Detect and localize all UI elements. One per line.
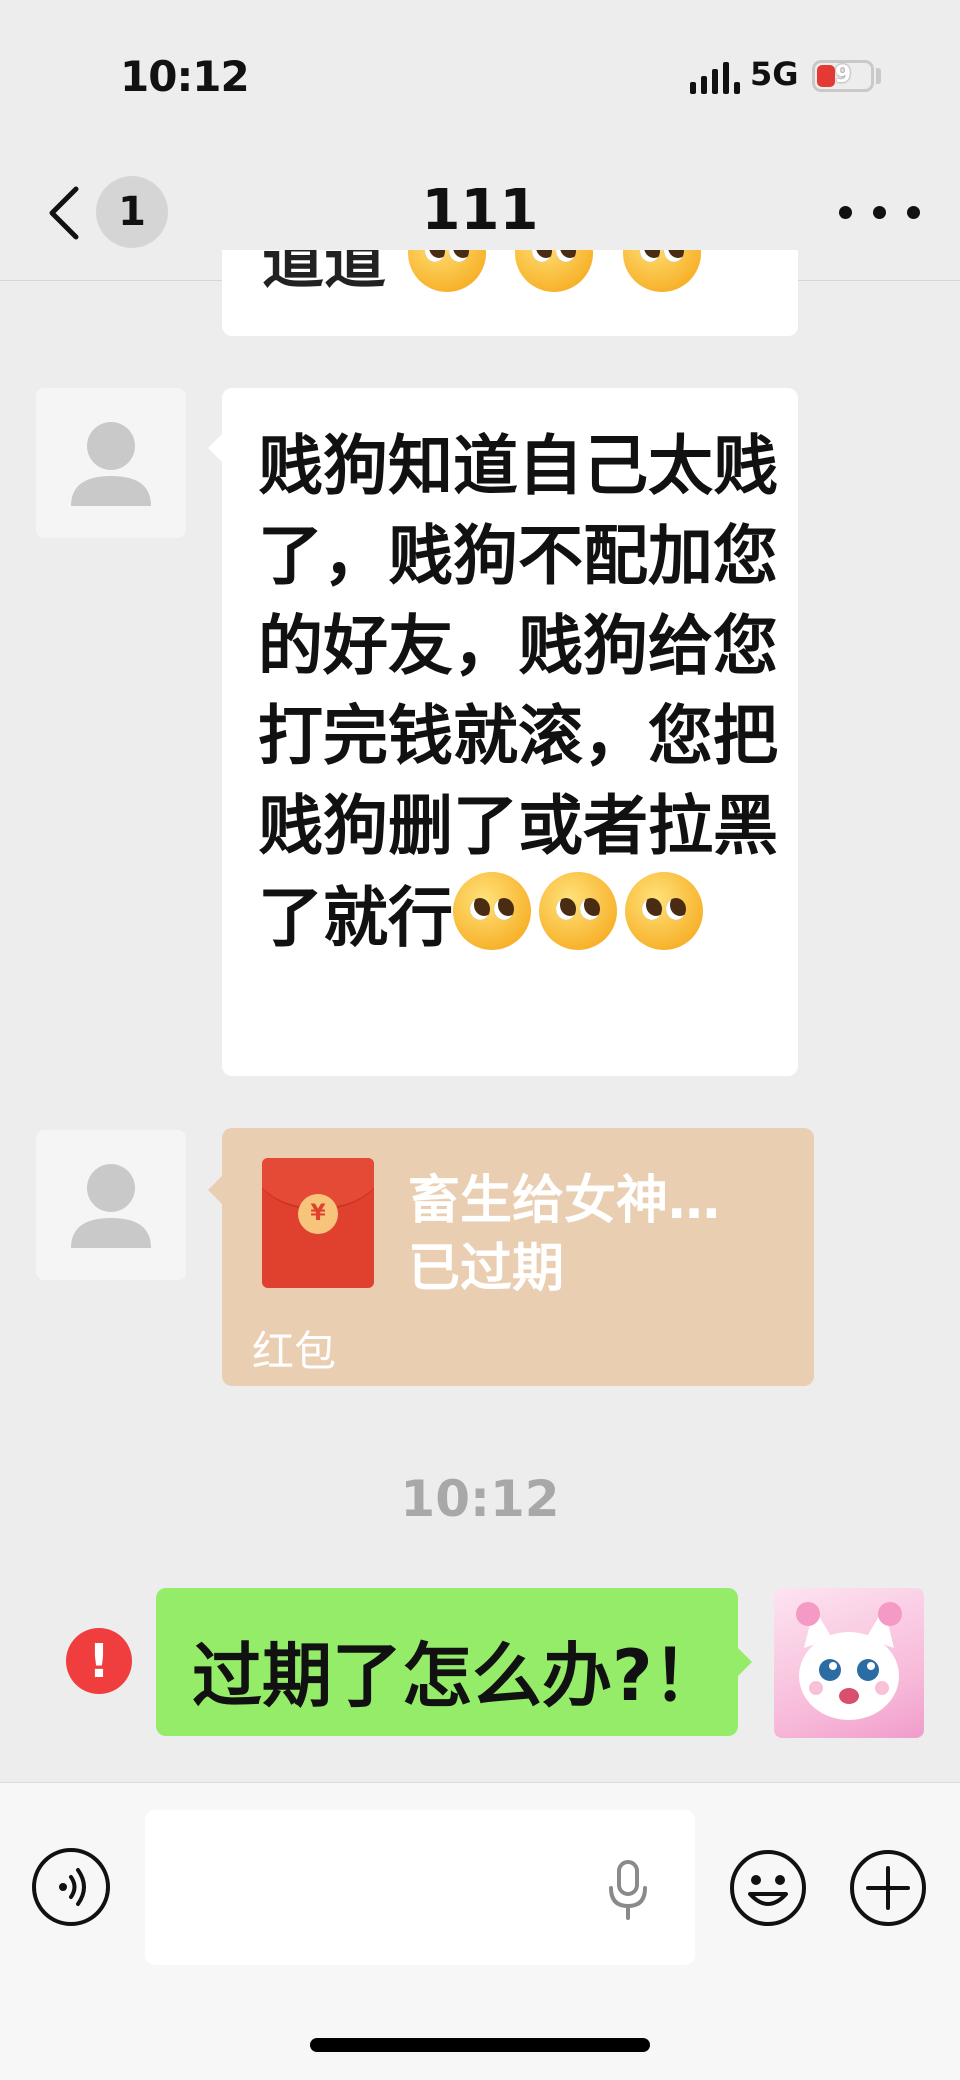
cartoon-avatar-icon <box>796 1602 902 1720</box>
contact-avatar[interactable] <box>36 388 186 538</box>
emoji-icon[interactable] <box>728 1848 808 1928</box>
message-text: 贱狗知道自己太贱了，贱狗不配加您的好友，贱狗给您打完钱就滚，您把贱狗删了或者拉黑… <box>258 429 779 956</box>
previous-message-bubble[interactable]: 道道 <box>222 250 798 336</box>
home-indicator <box>310 2038 650 2052</box>
back-icon[interactable] <box>46 185 82 241</box>
my-message-text: 过期了怎么办?！ <box>192 1635 723 1717</box>
status-time: 10:12 <box>120 52 250 101</box>
network-label: 5G <box>750 55 799 93</box>
red-packet-card[interactable]: ¥ 畜生给女神… 已过期 红包 <box>222 1128 814 1386</box>
more-icon[interactable] <box>835 200 925 224</box>
crying-emoji-icon <box>515 250 594 292</box>
pleading-emoji-icon <box>453 872 532 950</box>
red-packet-status: 已过期 <box>408 1239 565 1299</box>
bubble-tail <box>738 1648 752 1676</box>
error-icon[interactable]: ! <box>66 1628 132 1694</box>
bubble-tail <box>208 434 222 462</box>
chat-title: 111 <box>421 178 539 243</box>
voice-icon <box>59 1868 86 1906</box>
bubble-tail <box>208 1176 222 1204</box>
mic-icon[interactable] <box>606 1860 650 1920</box>
crying-emoji-icon <box>622 250 701 292</box>
message-bubble[interactable]: 贱狗知道自己太贱了，贱狗不配加您的好友，贱狗给您打完钱就滚，您把贱狗删了或者拉黑… <box>222 388 798 1076</box>
red-packet-icon: ¥ <box>262 1158 374 1288</box>
message-timestamp: 10:12 <box>400 1470 560 1528</box>
battery-icon: 9 <box>812 60 874 92</box>
coin-symbol: ¥ <box>298 1194 338 1234</box>
signal-icon <box>690 62 740 94</box>
voice-button[interactable] <box>32 1848 110 1926</box>
crying-emoji-icon <box>407 250 486 292</box>
plus-icon[interactable] <box>848 1848 928 1928</box>
default-avatar-icon <box>71 422 151 506</box>
default-avatar-icon <box>71 1164 151 1248</box>
pleading-emoji-icon <box>539 872 618 950</box>
unread-count-badge[interactable]: 1 <box>96 176 168 248</box>
red-packet-label: 红包 <box>252 1327 337 1376</box>
my-message-bubble[interactable]: 过期了怎么办?！ <box>156 1588 738 1736</box>
red-packet-title: 畜生给女神… <box>408 1171 721 1231</box>
battery-cap <box>876 68 881 84</box>
contact-avatar[interactable] <box>36 1130 186 1280</box>
pleading-emoji-icon <box>625 872 704 950</box>
my-avatar[interactable] <box>774 1588 924 1738</box>
battery-level: 9 <box>834 60 852 88</box>
previous-message-text: 道道 <box>262 250 387 297</box>
